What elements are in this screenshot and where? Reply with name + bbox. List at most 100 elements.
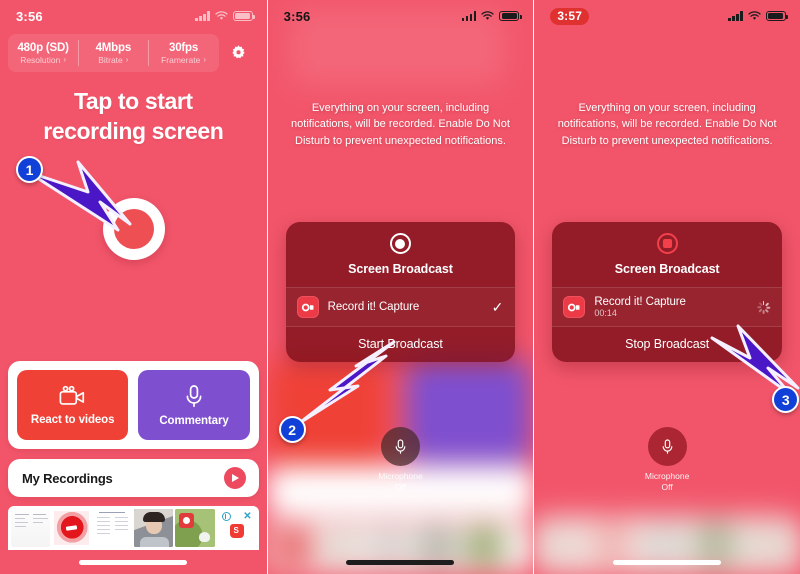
page-title: Tap to start recording screen [0,86,267,147]
status-time: 3:56 [283,8,311,24]
thumbnail-item[interactable] [134,509,174,547]
screenshot-strip: 3:56 480p (SD) Resolution › 4Mbps Bitrat… [0,0,800,574]
broadcast-app-row[interactable]: Record it! Capture 00:14 [552,287,782,327]
stop-broadcast-button[interactable]: Stop Broadcast [552,327,782,362]
home-indicator [613,560,722,565]
thumbnail-item[interactable]: ✕ S [216,509,256,547]
home-indicator [346,560,455,565]
recording-notice: Everything on your screen, including not… [291,102,510,147]
quality-settings-bar: 480p (SD) Resolution › 4Mbps Bitrate › 3… [8,34,259,72]
gear-icon [232,44,245,58]
chevron-right-icon: › [125,54,129,64]
step-2-badge: 2 [278,416,306,443]
status-icons [728,11,789,21]
react-to-videos-button[interactable]: React to videos [17,370,129,440]
home-indicator [79,560,188,565]
commentary-button[interactable]: Commentary [138,370,250,440]
resolution-value: 480p (SD) [17,41,69,54]
microphone-toggle[interactable] [380,427,420,466]
my-recordings-label: My Recordings [22,470,113,486]
record-button[interactable] [103,198,165,260]
play-icon[interactable] [223,467,246,489]
sheet-header: Screen Broadcast [286,222,516,287]
microphone-label-line-2: Off [661,482,673,493]
step-2-number: 2 [288,421,297,438]
microphone-control[interactable]: Microphone Off [268,427,534,493]
framerate-label: Framerate › [161,55,206,65]
battery-icon [765,11,789,21]
status-time: 3:56 [16,8,43,24]
settings-group: 480p (SD) Resolution › 4Mbps Bitrate › 3… [8,34,219,72]
chevron-right-icon: › [63,54,67,64]
sheet-header: Screen Broadcast [552,222,782,287]
microphone-icon [662,439,673,454]
broadcast-app-name: Record it! Capture [594,296,686,308]
actions-card: React to videos Commentary [8,361,259,449]
sheet-title: Screen Broadcast [348,262,453,276]
headline-line-1: Tap to start [73,88,193,114]
wifi-icon [215,11,228,21]
wifi-icon [748,11,761,21]
setting-bitrate[interactable]: 4Mbps Bitrate › [78,34,148,72]
microphone-icon [186,384,202,407]
battery-icon [499,11,522,21]
video-camera-icon [59,385,84,405]
screen-broadcast-sheet: Screen Broadcast Record it! Capture ✓ St… [285,222,516,362]
cellular-bars-icon [461,11,477,21]
resolution-label: Resolution › [20,55,66,65]
recordings-thumbnail-strip: ✕ S [8,506,259,550]
start-broadcast-button[interactable]: Start Broadcast [286,327,516,362]
bitrate-label: Bitrate › [98,55,128,65]
setting-resolution[interactable]: 480p (SD) Resolution › [8,34,78,72]
status-bar: 3:56 [0,0,267,28]
headline-line-2: recording screen [43,118,224,145]
setting-framerate[interactable]: 30fps Framerate › [148,34,218,72]
react-to-videos-label: React to videos [30,413,115,426]
record-button-inner [114,209,154,249]
screen-broadcast-sheet: Screen Broadcast Record it! Capture 00:1… [552,222,782,362]
step-1-badge: 1 [16,156,43,183]
panel-home: 3:56 480p (SD) Resolution › 4Mbps Bitrat… [0,0,267,574]
bitrate-label-text: Bitrate [98,54,123,65]
microphone-toggle[interactable] [647,427,687,466]
framerate-value: 30fps [169,41,199,54]
microphone-label-line-1: Microphone [378,471,423,481]
settings-button[interactable] [219,44,259,63]
screen-broadcast-icon [389,233,411,254]
thumbnail-item[interactable] [11,509,51,547]
cellular-bars-icon [195,11,210,21]
panel-start-broadcast: 3:56 Everything on your screen, includin… [266,0,534,574]
step-1-number: 1 [25,161,34,178]
panel-stop-broadcast: 3:57 Everything on your screen, includin… [533,0,800,574]
microphone-label: Microphone Off [378,471,422,493]
wifi-icon [481,11,494,21]
commentary-label: Commentary [159,414,229,427]
sheet-title: Screen Broadcast [614,262,720,276]
step-3-number: 3 [781,391,790,408]
stop-recording-icon [656,233,678,254]
microphone-control[interactable]: Microphone Off [534,427,800,493]
record-it-app-icon [563,296,586,318]
cellular-bars-icon [728,11,743,21]
status-time-recording: 3:57 [550,7,590,25]
thumbnail-item[interactable] [52,509,92,547]
checkmark-icon: ✓ [491,299,504,315]
record-it-app-icon [296,296,319,318]
status-bar: 3:56 [268,0,534,28]
battery-icon [232,11,255,21]
status-icons [461,11,522,21]
broadcast-app-row[interactable]: Record it! Capture ✓ [285,287,516,327]
resolution-label-text: Resolution [20,54,61,65]
microphone-icon [395,439,406,454]
broadcast-app-meta: Record it! Capture [328,301,483,313]
thumbnail-item[interactable] [93,509,133,547]
broadcast-app-name: Record it! Capture [327,301,420,313]
broadcast-app-meta: Record it! Capture 00:14 [594,296,748,318]
thumbnail-item[interactable] [175,509,215,547]
chevron-right-icon: › [203,54,206,64]
microphone-label-line-2: Off [394,482,407,493]
recording-notice: Everything on your screen, including not… [557,102,777,147]
loading-spinner-icon [756,300,770,314]
microphone-label: Microphone Off [645,471,689,493]
my-recordings-row[interactable]: My Recordings [8,459,259,497]
